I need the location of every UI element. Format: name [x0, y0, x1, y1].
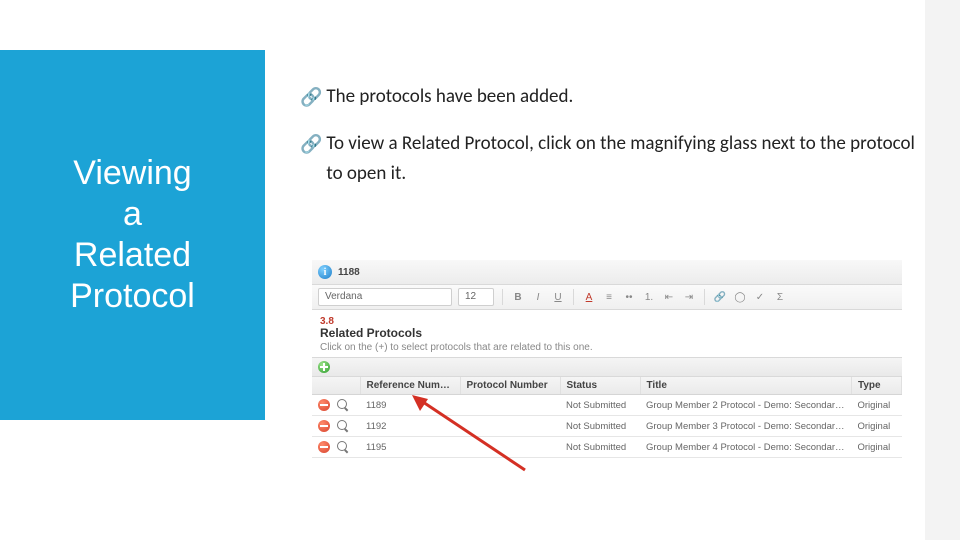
font-color-button[interactable]: A [582, 292, 596, 303]
align-left-button[interactable]: ≡ [602, 292, 616, 303]
col-reference-number: Reference Number [360, 377, 460, 395]
section-header: 3.8 Related Protocols Click on the (+) t… [312, 310, 902, 357]
bullet-1-text: The protocols have been added. [326, 82, 920, 111]
spellcheck-button[interactable]: ✓ [753, 292, 767, 303]
cell-reference: 1192 [360, 416, 460, 437]
remove-protocol-button[interactable] [318, 420, 330, 432]
add-protocol-button[interactable] [318, 361, 330, 373]
row-actions [312, 416, 360, 437]
bullet-2: 🔗 To view a Related Protocol, click on t… [300, 129, 920, 188]
bullet-1: 🔗 The protocols have been added. [300, 82, 920, 111]
body-content: 🔗 The protocols have been added. 🔗 To vi… [300, 82, 920, 206]
bulleted-list-button[interactable]: •• [622, 292, 636, 303]
indent-button[interactable]: ⇥ [682, 292, 696, 303]
table-row: 1192 Not Submitted Group Member 3 Protoc… [312, 416, 902, 437]
section-subtitle: Click on the (+) to select protocols tha… [320, 342, 894, 353]
magnifying-glass-icon[interactable] [337, 399, 349, 411]
magnifying-glass-icon[interactable] [337, 441, 349, 453]
link-bullet-icon: 🔗 [300, 131, 322, 159]
row-actions [312, 437, 360, 458]
embedded-screenshot: i 1188 Verdana 12 B I U A ≡ •• 1. ⇤ ⇥ 🔗 … [312, 260, 902, 458]
separator [573, 289, 574, 305]
cell-protocol-number [460, 395, 560, 416]
col-title: Title [640, 377, 852, 395]
separator [502, 289, 503, 305]
left-title-panel: Viewing a Related Protocol [0, 50, 265, 420]
remove-protocol-button[interactable] [318, 399, 330, 411]
remove-protocol-button[interactable] [318, 441, 330, 453]
symbol-button[interactable]: Σ [773, 292, 787, 303]
cell-type: Original [852, 416, 902, 437]
col-actions [312, 377, 360, 395]
screenshot-titlebar: i 1188 [312, 260, 902, 285]
cell-protocol-number [460, 416, 560, 437]
underline-button[interactable]: U [551, 292, 565, 303]
cell-title: Group Member 3 Protocol - Demo: Secondar… [640, 416, 852, 437]
link-button[interactable]: 🔗 [713, 292, 727, 303]
titlebar-number: 1188 [338, 267, 360, 278]
info-icon: i [318, 265, 332, 279]
cell-type: Original [852, 395, 902, 416]
outdent-button[interactable]: ⇤ [662, 292, 676, 303]
section-title: Related Protocols [320, 326, 894, 340]
link-bullet-icon: 🔗 [300, 84, 322, 112]
font-family-dropdown[interactable]: Verdana [318, 288, 452, 306]
slide: Viewing a Related Protocol 🔗 The protoco… [0, 0, 960, 540]
right-gutter [925, 0, 960, 540]
row-actions [312, 395, 360, 416]
cell-title: Group Member 4 Protocol - Demo: Secondar… [640, 437, 852, 458]
cell-status: Not Submitted [560, 437, 640, 458]
table-header-row: Reference Number Protocol Number Status … [312, 377, 902, 395]
related-protocols-table: Reference Number Protocol Number Status … [312, 377, 902, 458]
col-status: Status [560, 377, 640, 395]
cell-status: Not Submitted [560, 395, 640, 416]
table-row: 1195 Not Submitted Group Member 4 Protoc… [312, 437, 902, 458]
cell-title: Group Member 2 Protocol - Demo: Secondar… [640, 395, 852, 416]
section-tools [312, 357, 902, 377]
cell-status: Not Submitted [560, 416, 640, 437]
magnifying-glass-icon[interactable] [337, 420, 349, 432]
separator [704, 289, 705, 305]
col-type: Type [852, 377, 902, 395]
cell-reference: 1189 [360, 395, 460, 416]
col-protocol-number: Protocol Number [460, 377, 560, 395]
bullet-2-text: To view a Related Protocol, click on the… [326, 129, 920, 188]
numbered-list-button[interactable]: 1. [642, 292, 656, 303]
slide-title: Viewing a Related Protocol [70, 153, 195, 316]
cell-reference: 1195 [360, 437, 460, 458]
font-size-dropdown[interactable]: 12 [458, 288, 494, 306]
cell-type: Original [852, 437, 902, 458]
bold-button[interactable]: B [511, 292, 525, 303]
image-button[interactable]: ◯ [733, 292, 747, 303]
cell-protocol-number [460, 437, 560, 458]
format-toolbar: Verdana 12 B I U A ≡ •• 1. ⇤ ⇥ 🔗 ◯ ✓ Σ [312, 285, 902, 310]
italic-button[interactable]: I [531, 292, 545, 303]
table-row: 1189 Not Submitted Group Member 2 Protoc… [312, 395, 902, 416]
